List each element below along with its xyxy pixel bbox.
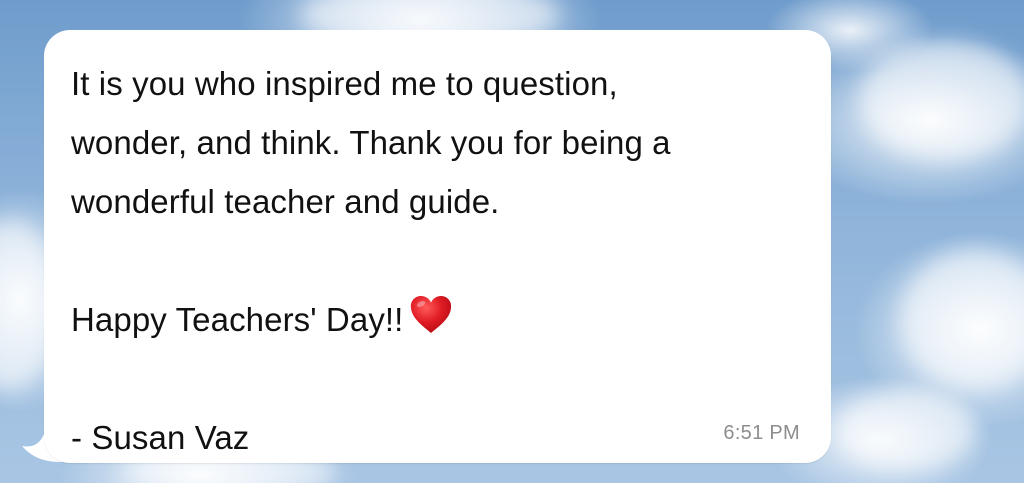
signature-text: - Susan Vaz [71,419,250,457]
cloud-shape [860,40,1024,160]
message-text: It is you who inspired me to question, w… [71,54,811,467]
message-line: wonder, and think. Thank you for being a [71,124,671,162]
message-line: wonderful teacher and guide. [71,183,500,221]
message-timestamp: 6:51 PM [723,422,800,444]
message-bubble[interactable]: It is you who inspired me to question, w… [44,30,831,463]
cloud-shape [900,250,1024,390]
cloud-shape [835,390,975,470]
red-heart-icon [411,296,452,334]
message-line: Happy Teachers' Day!! [71,301,404,339]
message-line: It is you who inspired me to question, [71,65,618,102]
